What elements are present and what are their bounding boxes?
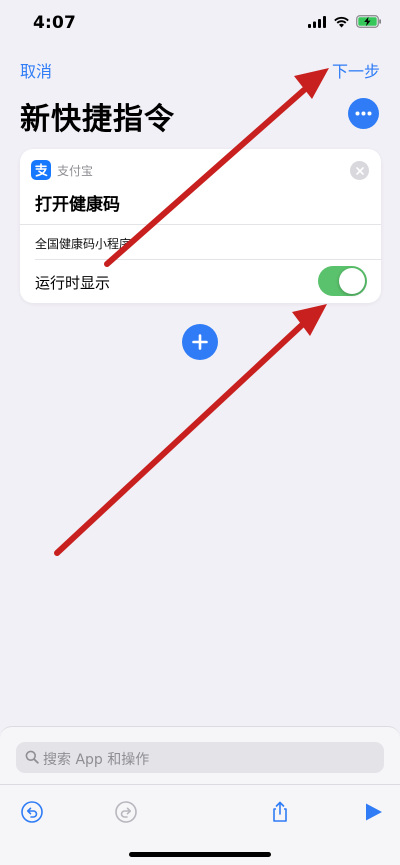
redo-icon [115,801,137,823]
ellipsis-icon [355,111,372,116]
show-when-run-label: 运行时显示 [35,274,111,292]
card-divider [35,259,381,260]
plus-icon [192,334,208,350]
signal-icon [308,15,326,28]
share-button[interactable] [268,800,292,824]
toggle-knob [339,268,365,294]
close-icon [355,166,364,175]
next-button[interactable]: 下一步 [332,58,380,82]
search-placeholder: 搜索 App 和操作 [43,752,150,768]
action-card: 支付宝 打开健康码 全国健康码小程序 运行时显示 [20,149,381,303]
share-icon [273,801,287,822]
status-bar: 4:07 [0,0,400,48]
search-icon [25,750,39,764]
home-indicator [129,852,271,857]
action-parameter[interactable]: 全国健康码小程序 [35,235,131,252]
show-when-run-toggle[interactable] [318,266,367,296]
battery-charging-icon [356,15,381,28]
app-name: 支付宝 [57,164,94,178]
page-title: 新快捷指令 [20,102,175,137]
alipay-logo-icon [35,163,48,177]
cancel-button[interactable]: 取消 [20,58,52,82]
more-options-button[interactable] [348,98,379,129]
status-icons [308,15,382,28]
remove-action-button[interactable] [350,161,369,180]
add-action-button[interactable] [182,324,218,360]
status-time: 4:07 [33,13,77,33]
play-icon [366,803,382,821]
wifi-icon [334,16,349,27]
undo-icon [21,801,43,823]
bottom-sheet: 搜索 App 和操作 [0,726,400,865]
alipay-app-icon [31,160,51,180]
search-input[interactable]: 搜索 App 和操作 [16,742,384,773]
redo-button[interactable] [114,800,138,824]
run-button[interactable] [362,800,386,824]
undo-button[interactable] [20,800,44,824]
action-title: 打开健康码 [35,195,120,215]
card-divider [20,224,381,225]
toolbar-divider [0,784,400,785]
